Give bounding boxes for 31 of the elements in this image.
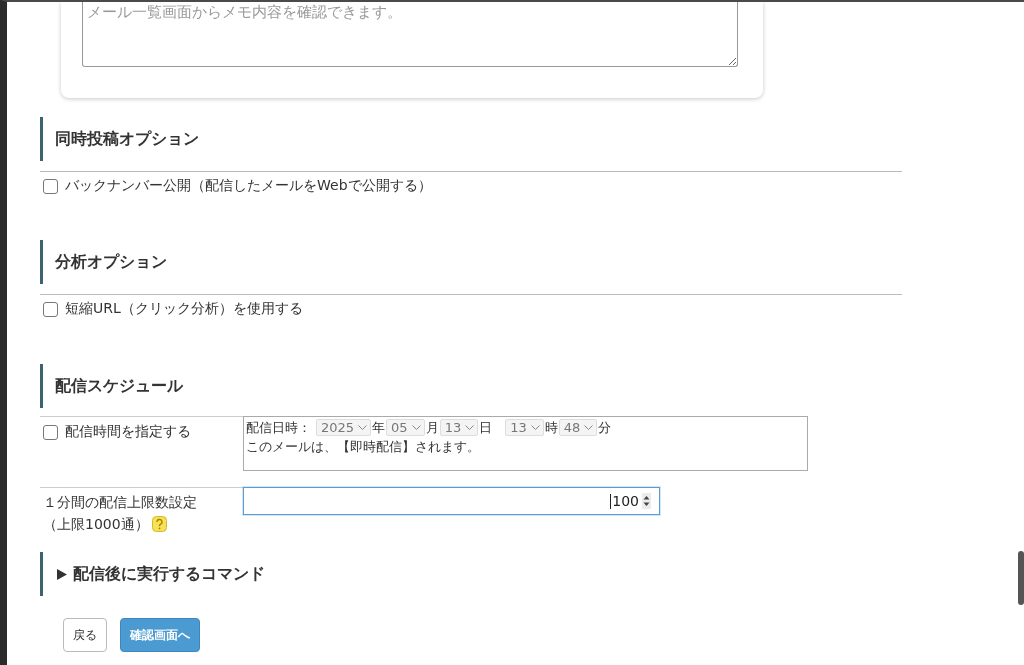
field-note: （上限1000通）: [43, 515, 149, 534]
checkbox[interactable]: [43, 424, 58, 440]
checkbox-label: バックナンバー公開（配信したメールをWebで公開する）: [65, 177, 432, 195]
unit-label: 分: [598, 418, 612, 437]
schedule-notice: このメールは、【即時配信】されます。: [246, 438, 481, 456]
chevron-icon: [530, 425, 540, 430]
spinner-icon[interactable]: [642, 493, 651, 509]
memo-textarea[interactable]: メール一覧画面からメモ内容を確認できます。: [82, 2, 738, 67]
chevron-icon: [358, 425, 368, 430]
chevron-icon: [465, 425, 475, 430]
checkbox[interactable]: [43, 301, 58, 317]
chevron-icon: [584, 425, 594, 430]
form-button[interactable]: 確認画面へ: [120, 618, 200, 652]
form-button[interactable]: 戻る: [63, 618, 107, 652]
checkbox[interactable]: [43, 178, 58, 194]
number-input[interactable]: 100: [243, 487, 660, 515]
section-heading: 分析オプション: [40, 240, 902, 284]
chevron-icon: [411, 425, 421, 430]
checkbox-label: 配信時間を指定する: [65, 423, 191, 441]
checkbox-label: 短縮URL（クリック分析）を使用する: [65, 300, 303, 318]
scrollbar-thumb[interactable]: [1018, 551, 1024, 605]
help-icon[interactable]: [151, 516, 167, 532]
unit-label: 時: [544, 418, 558, 437]
command-section-toggle[interactable]: 配信後に実行するコマンド: [40, 552, 280, 596]
section-heading: 同時投稿オプション: [40, 117, 902, 161]
unit-label: 日: [479, 418, 493, 437]
unit-label: 年: [372, 418, 386, 437]
datetime-label: 配信日時：: [246, 418, 311, 437]
field-label: １分間の配信上限数設定: [43, 493, 198, 512]
section-heading: 配信スケジュール: [40, 364, 902, 408]
unit-label: 月: [425, 418, 439, 437]
